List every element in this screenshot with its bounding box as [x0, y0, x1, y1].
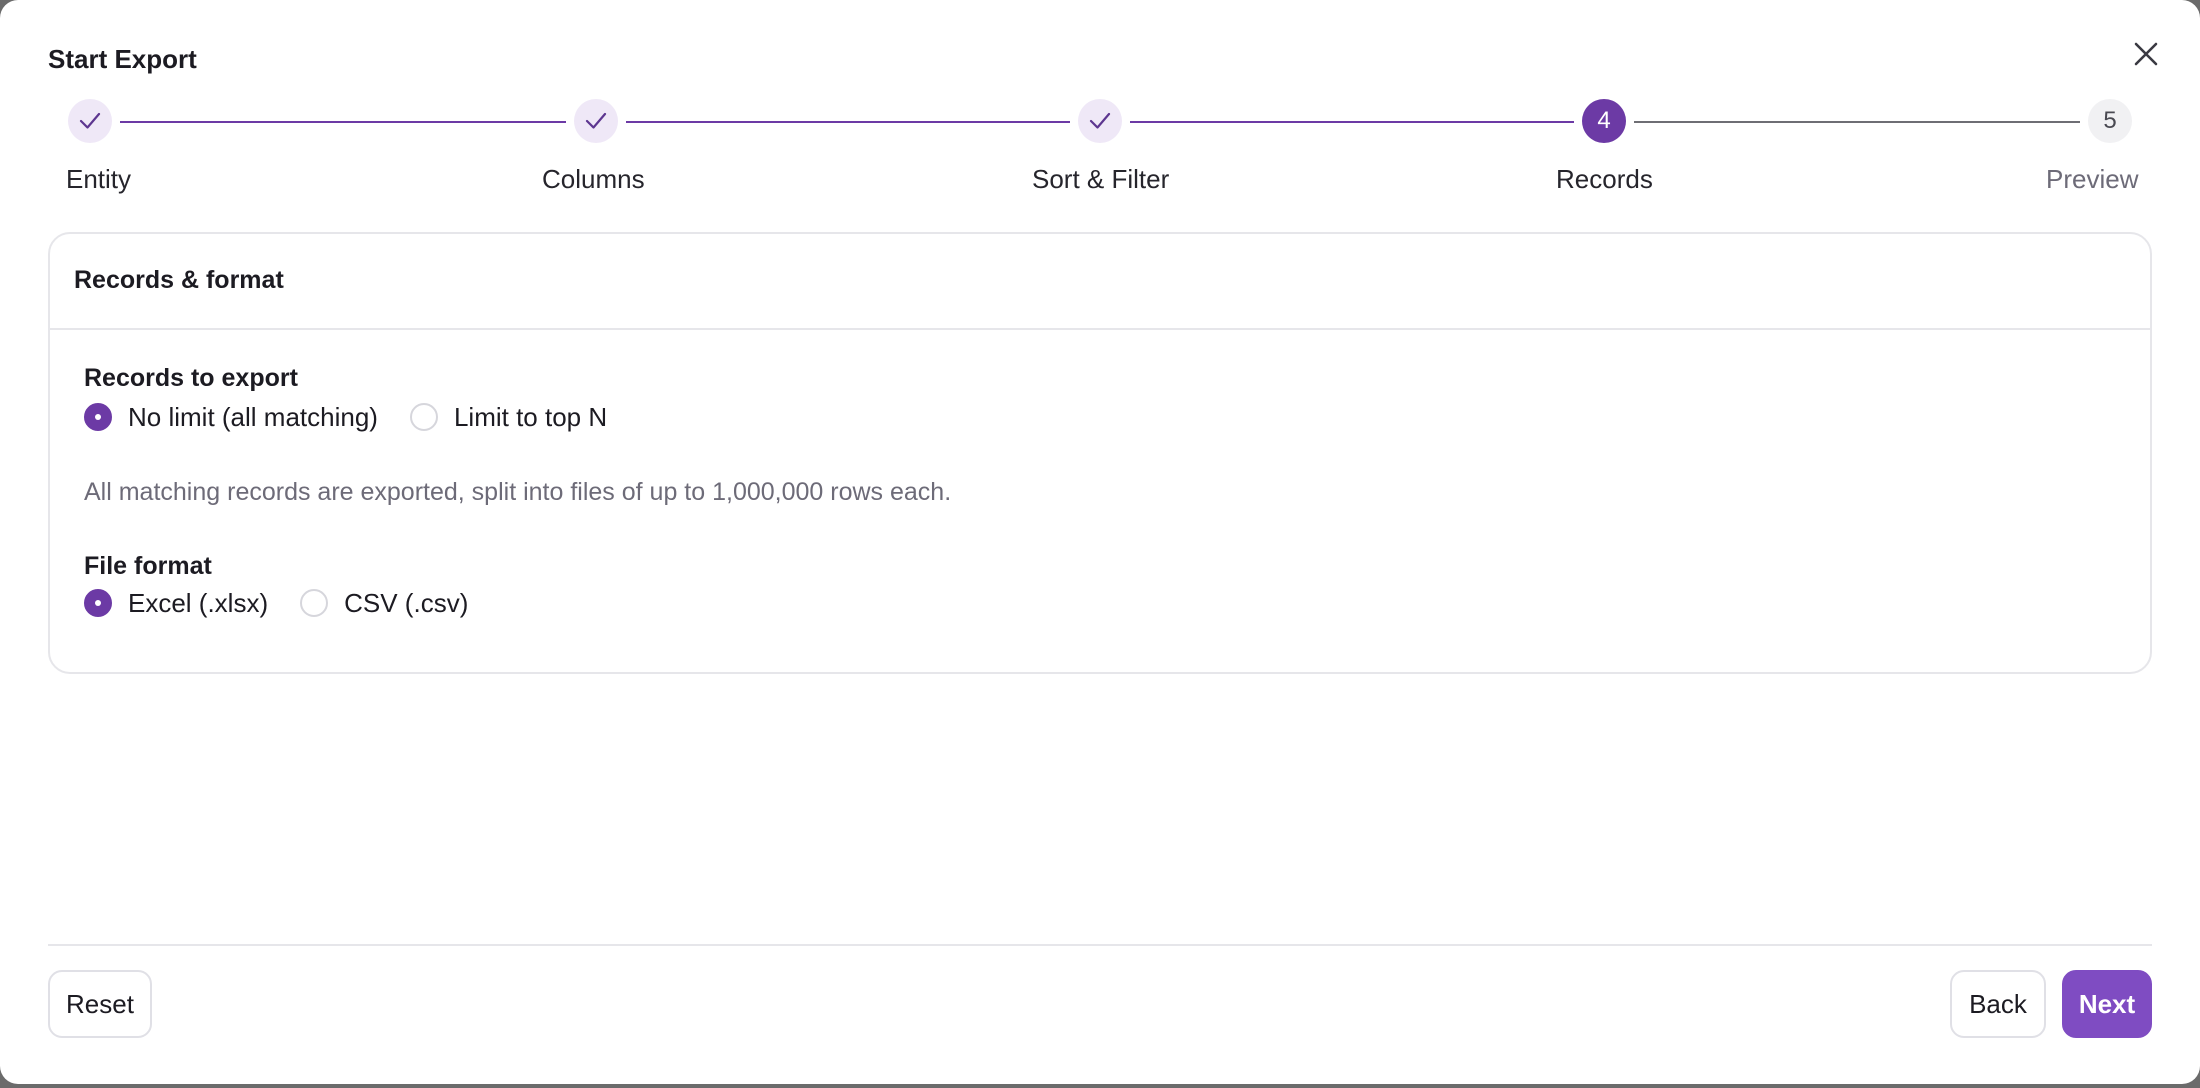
- limit-top-n-label[interactable]: Limit to top N: [454, 402, 607, 433]
- close-icon: [2134, 42, 2158, 66]
- records-to-export-label: Records to export: [84, 364, 298, 392]
- check-icon: [79, 112, 101, 129]
- dialog-title: Start Export: [48, 44, 197, 74]
- reset-button[interactable]: Reset: [48, 970, 152, 1038]
- limit-top-n-option[interactable]: Limit to top N: [409, 402, 607, 433]
- back-button[interactable]: Back: [1950, 970, 2046, 1038]
- excel-label[interactable]: Excel (.xlsx): [128, 588, 268, 619]
- step-sort-filter-marker[interactable]: [1078, 99, 1122, 143]
- card-header: Records & format: [50, 234, 2150, 330]
- excel-radio[interactable]: [84, 589, 112, 617]
- card-title: Records & format: [74, 266, 284, 294]
- step-sort-filter-label[interactable]: Sort & Filter: [1032, 164, 1169, 195]
- step-connector: [1634, 121, 2080, 123]
- csv-radio[interactable]: [300, 589, 329, 617]
- no-limit-label[interactable]: No limit (all matching): [128, 402, 378, 433]
- check-icon: [585, 112, 607, 129]
- step-columns-marker[interactable]: [574, 99, 618, 143]
- step-connector: [1130, 121, 1574, 123]
- limit-top-n-radio[interactable]: [409, 403, 438, 431]
- step-columns-label[interactable]: Columns: [542, 164, 645, 195]
- step-records-label[interactable]: Records: [1556, 164, 1653, 195]
- export-dialog: Start Export 4 5 Entity Columns Sort & F…: [0, 0, 2200, 1084]
- step-entity-marker[interactable]: [68, 99, 112, 143]
- records-help-text: All matching records are exported, split…: [84, 478, 952, 506]
- step-records-marker[interactable]: 4: [1582, 99, 1626, 143]
- step-preview-marker[interactable]: 5: [2088, 99, 2132, 143]
- excel-option[interactable]: Excel (.xlsx): [84, 588, 268, 619]
- check-icon: [1089, 112, 1111, 129]
- footer-divider: [48, 944, 2152, 946]
- close-button[interactable]: [2128, 36, 2164, 72]
- csv-option[interactable]: CSV (.csv): [300, 588, 468, 619]
- next-button[interactable]: Next: [2062, 970, 2152, 1038]
- file-format-label: File format: [84, 552, 212, 580]
- records-format-card: Records & format Records to export No li…: [48, 232, 2152, 674]
- step-connector: [120, 121, 566, 123]
- no-limit-option[interactable]: No limit (all matching): [84, 402, 378, 433]
- records-radio-group: No limit (all matching) Limit to top N: [84, 400, 639, 434]
- no-limit-radio[interactable]: [84, 403, 112, 431]
- csv-label[interactable]: CSV (.csv): [344, 588, 468, 619]
- step-preview-label[interactable]: Preview: [2046, 164, 2138, 195]
- step-connector: [626, 121, 1070, 123]
- step-entity-label[interactable]: Entity: [66, 164, 131, 195]
- format-radio-group: Excel (.xlsx) CSV (.csv): [84, 586, 500, 620]
